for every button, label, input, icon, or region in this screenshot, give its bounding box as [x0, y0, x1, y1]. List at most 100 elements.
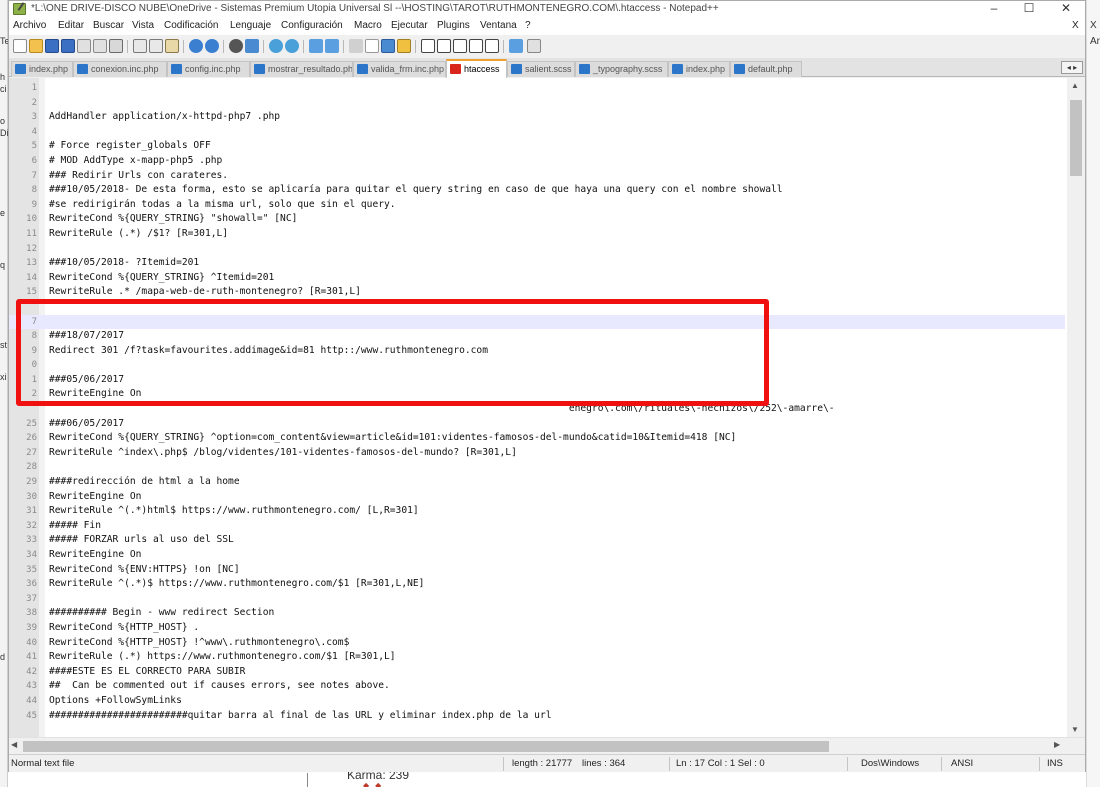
menu-configuracion[interactable]: Configuración	[281, 20, 343, 31]
scroll-down-icon[interactable]: ▼	[1071, 725, 1079, 734]
menu-ventana[interactable]: Ventana	[480, 20, 517, 31]
code-line[interactable]: 27 RewriteRule ^index\.php$ /blog/vidente…	[9, 446, 1065, 461]
menu-macro[interactable]: Macro	[354, 20, 382, 31]
maximize-button[interactable]: ☐	[1012, 1, 1046, 18]
menu-help[interactable]: ?	[525, 20, 531, 31]
copy-icon[interactable]	[149, 39, 163, 53]
text-editor[interactable]: 1 2 3 AddHandler application/x-httpd-php7 .…	[9, 78, 1085, 737]
record-macro-icon[interactable]	[421, 39, 435, 53]
new-file-icon[interactable]	[13, 39, 27, 53]
scroll-left-icon[interactable]: ◀	[11, 740, 17, 749]
tab-typography-scss[interactable]: _typography.scss	[575, 61, 668, 77]
menu-editar[interactable]: Editar	[58, 20, 84, 31]
undo-icon[interactable]	[189, 39, 203, 53]
run-macro-multiple-icon[interactable]	[469, 39, 483, 53]
code-line[interactable]: 5 # Force register_globals OFF	[9, 139, 1065, 154]
code-line[interactable]: 45 ########################quitar barra a…	[9, 709, 1065, 724]
menu-lenguaje[interactable]: Lenguaje	[230, 20, 271, 31]
code-line[interactable]: 44 Options +FollowSymLinks	[9, 694, 1065, 709]
word-wrap-icon[interactable]	[349, 39, 363, 53]
code-line[interactable]: 2	[9, 96, 1065, 111]
tab-htaccess[interactable]: htaccess	[446, 59, 507, 78]
scroll-up-icon[interactable]: ▲	[1071, 81, 1079, 90]
code-line[interactable]: 29 ####redirección de html a la home	[9, 475, 1065, 490]
code-line[interactable]: 6 # MOD AddType x-mapp-php5 .php	[9, 154, 1065, 169]
minimize-button[interactable]: –	[977, 1, 1011, 18]
save-icon[interactable]	[45, 39, 59, 53]
horizontal-scrollbar[interactable]: ◀ ▶	[9, 737, 1085, 754]
menu-codificacion[interactable]: Codificación	[164, 20, 218, 31]
code-line[interactable]: 11 RewriteRule (.*) /$1? [R=301,L]	[9, 227, 1065, 242]
code-line[interactable]: 26 RewriteCond %{QUERY_STRING} ^option=co…	[9, 431, 1065, 446]
code-line[interactable]: 4	[9, 125, 1065, 140]
code-line[interactable]: 42 ####ESTE ES EL CORRECTO PARA SUBIR	[9, 665, 1065, 680]
vertical-scroll-thumb[interactable]	[1070, 100, 1082, 176]
tab-index-php[interactable]: index.php	[11, 61, 73, 77]
cut-icon[interactable]	[133, 39, 147, 53]
sync-horizontal-icon[interactable]	[325, 39, 339, 53]
sync-vertical-icon[interactable]	[309, 39, 323, 53]
scroll-right-icon[interactable]: ▶	[1054, 740, 1060, 749]
close-document-button[interactable]: X	[1072, 20, 1079, 31]
tab-scroll-arrows[interactable]: ◂ ▸	[1061, 61, 1083, 74]
tab-default-php[interactable]: default.php	[730, 61, 802, 77]
code-line[interactable]: 10 RewriteCond %{QUERY_STRING} "showall="…	[9, 212, 1065, 227]
code-line[interactable]: 14 RewriteCond %{QUERY_STRING} ^Itemid=20…	[9, 271, 1065, 286]
code-line[interactable]: 9 #se redirigirán todas a la misma url, s…	[9, 198, 1065, 213]
menu-plugins[interactable]: Plugins	[437, 20, 470, 31]
code-line[interactable]: 12	[9, 242, 1065, 257]
doc-map-icon[interactable]	[397, 39, 411, 53]
tab-index-php-2[interactable]: index.php	[668, 61, 730, 77]
code-line[interactable]: 38 ########## Begin - www redirect Sectio…	[9, 606, 1065, 621]
title-bar[interactable]: *L:\ONE DRIVE-DISCO NUBE\OneDrive - Sist…	[9, 1, 1085, 18]
paste-icon[interactable]	[165, 39, 179, 53]
code-line[interactable]: 36 RewriteRule ^(.*)$ https://www.ruthmon…	[9, 577, 1065, 592]
spellcheck-icon[interactable]	[527, 39, 541, 53]
indent-guide-icon[interactable]	[381, 39, 395, 53]
close-icon[interactable]	[77, 39, 91, 53]
menu-archivo[interactable]: Archivo	[13, 20, 46, 31]
code-line[interactable]: 34 RewriteEngine On	[9, 548, 1065, 563]
horizontal-scroll-thumb[interactable]	[23, 741, 829, 752]
code-line[interactable]: 37	[9, 592, 1065, 607]
all-chars-icon[interactable]	[365, 39, 379, 53]
stop-macro-icon[interactable]	[437, 39, 451, 53]
code-line[interactable]: 3 AddHandler application/x-httpd-php7 .ph…	[9, 110, 1065, 125]
code-line[interactable]: 8 ###10/05/2018- De esta forma, esto se a…	[9, 183, 1065, 198]
menu-buscar[interactable]: Buscar	[93, 20, 124, 31]
bg-right-close[interactable]: X	[1090, 20, 1097, 31]
close-window-button[interactable]: ✕	[1049, 1, 1083, 18]
find-icon[interactable]	[229, 39, 243, 53]
code-line[interactable]: 43 ## Can be commented out if causes erro…	[9, 679, 1065, 694]
code-line[interactable]: 7 ### Redirir Urls con carateres.	[9, 169, 1065, 184]
menu-ejecutar[interactable]: Ejecutar	[391, 20, 428, 31]
code-line[interactable]: 32 ##### Fin	[9, 519, 1065, 534]
code-line[interactable]: 25 ###06/05/2017	[9, 417, 1065, 432]
code-line[interactable]: 28	[9, 460, 1065, 475]
save-macro-icon[interactable]	[485, 39, 499, 53]
tab-salient-scss[interactable]: salient.scss	[507, 61, 575, 77]
close-all-icon[interactable]	[93, 39, 107, 53]
tab-valida-frm-inc-php[interactable]: valida_frm.inc.php	[353, 61, 446, 77]
code-line[interactable]: 35 RewriteCond %{ENV:HTTPS} !on [NC]	[9, 563, 1065, 578]
vertical-scrollbar[interactable]: ▲ ▼	[1067, 78, 1085, 737]
tab-conexion-inc-php[interactable]: conexion.inc.php	[73, 61, 167, 77]
code-line[interactable]: 31 RewriteRule ^(.*)html$ https://www.rut…	[9, 504, 1065, 519]
code-line[interactable]: 41 RewriteRule (.*) https://www.ruthmonte…	[9, 650, 1065, 665]
code-line[interactable]: 40 RewriteCond %{HTTP_HOST} !^www\.ruthmo…	[9, 636, 1065, 651]
zoom-in-icon[interactable]	[269, 39, 283, 53]
code-line[interactable]: 13 ###10/05/2018- ?Itemid=201	[9, 256, 1065, 271]
play-macro-icon[interactable]	[453, 39, 467, 53]
print-icon[interactable]	[109, 39, 123, 53]
open-file-icon[interactable]	[29, 39, 43, 53]
menu-vista[interactable]: Vista	[132, 20, 154, 31]
code-line[interactable]: 39 RewriteCond %{HTTP_HOST} .	[9, 621, 1065, 636]
zoom-out-icon[interactable]	[285, 39, 299, 53]
code-line[interactable]: 1	[9, 81, 1065, 96]
tab-config-inc-php[interactable]: config.inc.php	[167, 61, 250, 77]
save-all-icon[interactable]	[61, 39, 75, 53]
replace-icon[interactable]	[245, 39, 259, 53]
code-line[interactable]: 15 RewriteRule .* /mapa-web-de-ruth-monte…	[9, 285, 1065, 300]
tab-mostrar-resultado-php[interactable]: mostrar_resultado.php	[250, 61, 353, 77]
code-line[interactable]: 30 RewriteEngine On	[9, 490, 1065, 505]
